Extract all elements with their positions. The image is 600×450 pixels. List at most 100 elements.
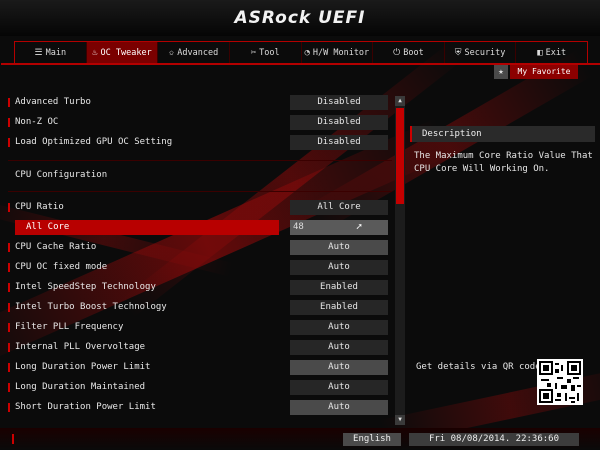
setting-value-button[interactable]: Auto [290,380,388,395]
setting-label: Advanced Turbo [15,97,91,107]
section-title: CPU Configuration [15,170,108,180]
qr-code-icon [537,359,583,405]
flame-icon: ♨ [92,47,98,58]
header-bar: ASRock UEFI [0,0,600,36]
scroll-down-icon[interactable]: ▼ [395,415,405,425]
my-favorite-button[interactable]: My Favorite [510,65,578,79]
setting-value-button[interactable]: All Core [290,200,388,215]
asrock-uefi-logo: ASRock UEFI [234,8,366,28]
setting-row[interactable]: All Core 48 [0,220,392,235]
row-marker [8,118,10,127]
row-marker [8,138,10,147]
setting-value-button[interactable]: Auto [290,400,388,415]
setting-label: Non-Z OC [15,117,59,127]
setting-value-button[interactable]: Auto [290,360,388,375]
setting-row[interactable]: Non-Z OC Disabled [0,115,392,130]
status-marker [12,434,14,444]
tool-icon: ✂ [250,47,257,58]
tab-h-w-monitor[interactable]: ◔ H/W Monitor [302,42,374,63]
main-tabs: ☰ Main ♨ OC Tweaker ✩ Advanced ✂ Tool ◔ H/W Monit… [1,41,600,65]
row-marker [8,403,10,412]
tab-label: OC Tweaker [100,47,152,58]
favorite-controls: ★ My Favorite [494,65,578,79]
setting-label: All Core [26,222,70,232]
scroll-up-icon[interactable]: ▲ [395,96,405,106]
row-marker [8,98,10,107]
description-header: Description [410,126,595,142]
qr-label: Get details via QR code [416,362,541,372]
tab-exit[interactable]: ◧ Exit [516,42,587,63]
setting-row[interactable]: Internal PLL Overvoltage Auto [0,340,392,355]
setting-row[interactable]: Long Duration Power Limit Auto [0,360,392,375]
power-icon: ⏻ [393,47,401,58]
menu-icon: ☰ [34,47,43,58]
all-core-ratio-input[interactable]: 48 [290,220,388,235]
tab-label: Security [464,47,506,58]
row-marker [8,343,10,352]
setting-value-button[interactable]: Disabled [290,135,388,150]
row-marker [8,303,10,312]
scroll-thumb[interactable] [396,108,404,204]
tab-oc-tweaker[interactable]: ♨ OC Tweaker [86,42,159,63]
setting-label: Internal PLL Overvoltage [15,342,146,352]
row-marker [8,203,10,212]
setting-row[interactable]: Filter PLL Frequency Auto [0,320,392,335]
setting-value-button[interactable]: Enabled [290,280,388,295]
section-divider [8,160,392,161]
setting-row[interactable]: Intel SpeedStep Technology Enabled [0,280,392,295]
description-heading: Description [422,129,482,139]
language-button[interactable]: English [343,433,401,446]
tab-main[interactable]: ☰ Main [15,42,87,63]
shield-icon: ⛨ [454,47,462,58]
setting-label: Filter PLL Frequency [15,322,124,332]
row-marker [8,243,10,252]
setting-value-button[interactable]: Auto [290,240,388,255]
tab-label: Tool [259,47,280,58]
setting-row[interactable]: Load Optimized GPU OC Setting Disabled [0,135,392,150]
tab-label: Advanced [177,47,219,58]
favorite-star-icon[interactable]: ★ [494,65,508,79]
tab-label: Exit [545,47,567,58]
settings-scrollbar[interactable]: ▲ ▼ [395,96,405,425]
tab-boot[interactable]: ⏻ Boot [373,42,445,63]
setting-row[interactable]: CPU OC fixed mode Auto [0,260,392,275]
setting-label: CPU Cache Ratio [15,242,97,252]
setting-label: CPU Ratio [15,202,64,212]
setting-label: CPU OC fixed mode [15,262,108,272]
monitor-icon: ◔ [304,47,310,58]
setting-value-button[interactable]: Disabled [290,115,388,130]
tab-security[interactable]: ⛨ Security [445,42,517,63]
status-bar: English Fri 08/08/2014. 22:36:60 [0,428,600,450]
row-marker [8,263,10,272]
row-marker [8,383,10,392]
tab-tool[interactable]: ✂ Tool [230,42,302,63]
setting-label: Long Duration Power Limit [15,362,151,372]
setting-value-button[interactable]: Enabled [290,300,388,315]
date-time-display: Fri 08/08/2014. 22:36:60 [409,433,579,446]
setting-row[interactable]: Long Duration Maintained Auto [0,380,392,395]
setting-label: Intel Turbo Boost Technology [15,302,167,312]
row-marker [8,363,10,372]
row-marker [8,323,10,332]
description-text: The Maximum Core Ratio Value That CPU Co… [414,151,593,174]
setting-value-button[interactable]: Auto [290,320,388,335]
row-marker [8,283,10,292]
setting-row[interactable]: Short Duration Power Limit Auto [0,400,392,415]
exit-icon: ◧ [537,47,543,58]
tab-advanced[interactable]: ✩ Advanced [158,42,230,63]
setting-label: Load Optimized GPU OC Setting [15,137,173,147]
setting-label: Intel SpeedStep Technology [15,282,156,292]
setting-row[interactable]: CPU Cache Ratio Auto [0,240,392,255]
setting-value-button[interactable]: Disabled [290,95,388,110]
setting-row[interactable]: Intel Turbo Boost Technology Enabled [0,300,392,315]
setting-row[interactable]: CPU Ratio All Core [0,200,392,215]
tab-label: Main [45,47,67,58]
star-icon: ✩ [168,47,175,58]
setting-row[interactable]: Advanced Turbo Disabled [0,95,392,110]
setting-value-button[interactable]: Auto [290,340,388,355]
setting-label: Long Duration Maintained [15,382,146,392]
section-divider [8,191,392,192]
mouse-pointer-icon: ➚ [356,222,363,233]
tab-label: H/W Monitor [312,47,370,58]
setting-value-button[interactable]: Auto [290,260,388,275]
